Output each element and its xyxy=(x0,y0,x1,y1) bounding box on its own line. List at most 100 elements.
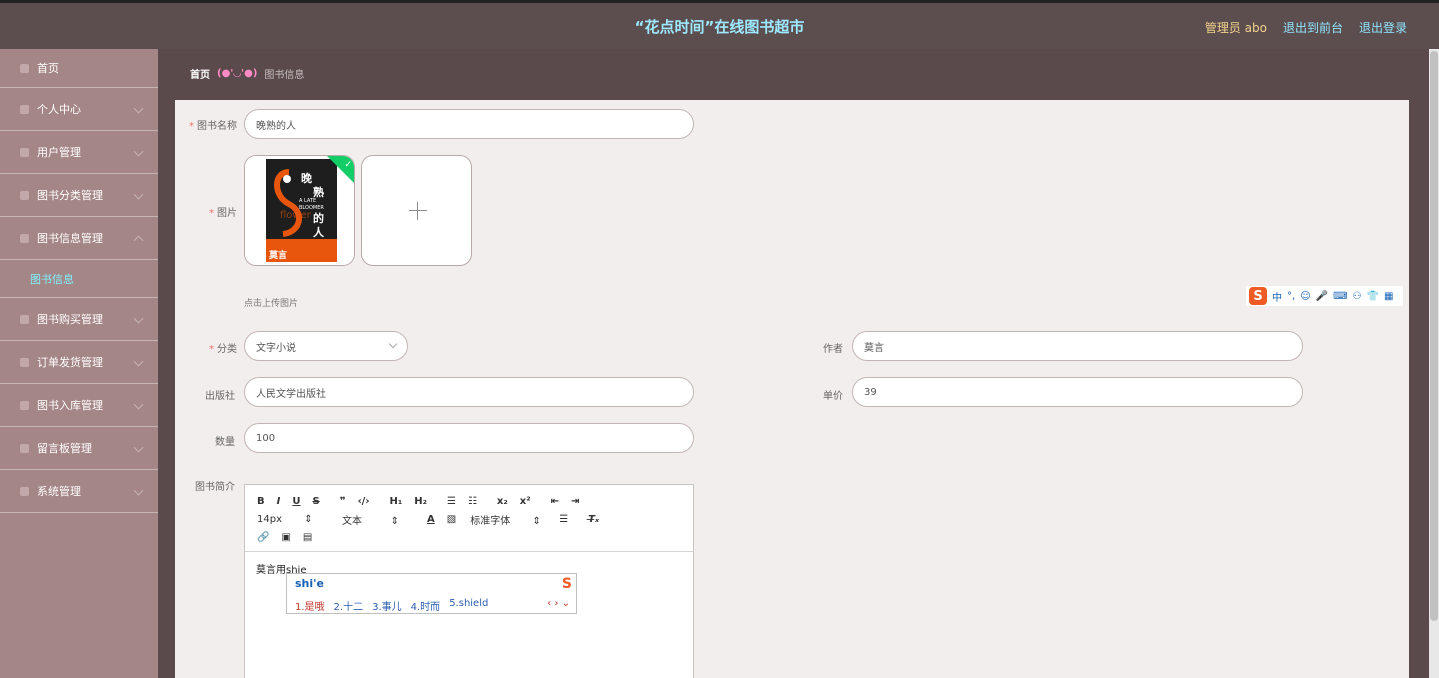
heading2-button[interactable]: H₂ xyxy=(414,496,427,507)
scrollbar-thumb[interactable] xyxy=(1430,51,1438,621)
category-select[interactable]: 文字小说 xyxy=(244,331,408,361)
sidebar-item-profile[interactable]: 个人中心 xyxy=(0,88,158,131)
top-bar: “花点时间”在线图书超市 管理员 abo 退出到前台 退出登录 xyxy=(0,0,1439,49)
publisher-input[interactable]: 人民文学出版社 xyxy=(244,377,694,407)
ime-candidate[interactable]: 3.事儿 xyxy=(372,598,402,613)
subscript-button[interactable]: x₂ xyxy=(497,496,508,507)
name-input[interactable]: 晚熟的人 xyxy=(244,109,694,139)
chevron-down-icon xyxy=(133,313,144,324)
upload-image-button[interactable] xyxy=(361,155,472,266)
book-cover-image: 晚 熟 的 人 A LATE BLOOMER 莫言 flower xyxy=(245,156,354,265)
font-color-button[interactable]: A xyxy=(427,514,435,525)
page-scrollbar[interactable] xyxy=(1429,49,1439,678)
intro-label: 图书简介 xyxy=(195,482,235,493)
sidebar-item-category[interactable]: 图书分类管理 xyxy=(0,174,158,217)
plus-icon xyxy=(409,202,427,220)
bold-button[interactable]: B xyxy=(257,496,265,507)
ime-voice-icon[interactable]: 🎤 xyxy=(1316,291,1328,302)
image-label: * 图片 xyxy=(209,208,237,219)
price-label: 单价 xyxy=(823,391,843,402)
italic-button[interactable]: I xyxy=(277,496,281,507)
image-icon[interactable]: ▣ xyxy=(281,532,290,543)
system-icon xyxy=(20,486,29,496)
ime-page-nav[interactable]: ‹ › ⌄ xyxy=(547,598,570,609)
sidebar-item-messages[interactable]: 留言板管理 xyxy=(0,427,158,470)
sidebar-item-users[interactable]: 用户管理 xyxy=(0,131,158,174)
bullet-list-button[interactable]: ☷ xyxy=(468,496,477,507)
ime-candidate-popup: shi'e S 1.是哦 2.十二 3.事儿 4.时而 5.shield ‹ ›… xyxy=(286,573,577,614)
indent-button[interactable]: ⇥ xyxy=(571,496,579,507)
quantity-label: 数量 xyxy=(215,437,235,448)
chevron-down-icon xyxy=(133,442,144,453)
font-size-select[interactable]: 14px ⇕ xyxy=(257,514,342,525)
breadcrumb-separator: (●'◡'●) xyxy=(217,68,258,79)
ime-user-icon[interactable]: ⚇ xyxy=(1353,291,1362,302)
sidebar-item-home[interactable]: 首页 xyxy=(0,49,158,88)
sidebar-item-book-info[interactable]: 图书信息管理 xyxy=(0,217,158,260)
ime-menu-icon[interactable]: ▦ xyxy=(1384,291,1393,302)
ime-candidate[interactable]: 2.十二 xyxy=(334,598,364,613)
front-link[interactable]: 退出到前台 xyxy=(1283,19,1343,36)
underline-button[interactable]: U xyxy=(292,496,300,507)
ime-candidate[interactable]: 4.时而 xyxy=(411,598,441,613)
strike-button[interactable]: S xyxy=(312,496,319,507)
logout-link[interactable]: 退出登录 xyxy=(1359,19,1407,36)
font-family-select[interactable]: 标准字体 ⇕ xyxy=(470,512,559,527)
code-block-button[interactable]: ‹/› xyxy=(358,496,370,507)
heading1-button[interactable]: H₁ xyxy=(389,496,402,507)
sidebar-item-label: 个人中心 xyxy=(37,103,81,116)
svg-text:flower: flower xyxy=(280,210,312,221)
sidebar-item-stock[interactable]: 图书入库管理 xyxy=(0,384,158,427)
admin-name: 管理员 abo xyxy=(1204,21,1267,35)
sidebar-item-label: 订单发货管理 xyxy=(37,356,103,369)
author-input[interactable]: 莫言 xyxy=(852,331,1303,361)
sidebar-item-orders[interactable]: 订单发货管理 xyxy=(0,341,158,384)
sidebar-item-label: 图书购买管理 xyxy=(37,313,103,326)
outdent-button[interactable]: ⇤ xyxy=(551,496,559,507)
chevron-down-icon xyxy=(133,146,144,157)
svg-text:莫言: 莫言 xyxy=(268,249,287,261)
sidebar: 首页 个人中心 用户管理 图书分类管理 图书信息管理 图书信息 图书购买管理 订… xyxy=(0,49,158,678)
category-icon xyxy=(20,190,29,200)
ime-emoji-icon[interactable]: ☺ xyxy=(1300,291,1310,302)
price-input[interactable]: 39 xyxy=(852,377,1303,407)
category-label: * 分类 xyxy=(209,344,237,355)
publisher-label: 出版社 xyxy=(205,391,235,402)
ordered-list-button[interactable]: ☰ xyxy=(447,496,456,507)
text-type-select[interactable]: 文本 ⇕ xyxy=(342,512,427,527)
name-label: * 图书名称 xyxy=(189,121,237,132)
ime-punctuation-icon[interactable]: °, xyxy=(1287,291,1295,302)
sogou-logo-icon: S xyxy=(561,576,572,592)
ime-skin-icon[interactable]: 👕 xyxy=(1366,291,1378,302)
background-color-button[interactable]: ▧ xyxy=(447,514,456,525)
app-window: “花点时间”在线图书超市 管理员 abo 退出到前台 退出登录 首页 个人中心 … xyxy=(0,0,1439,678)
chevron-down-icon xyxy=(388,339,398,349)
sidebar-subitem-book-info[interactable]: 图书信息 xyxy=(0,260,158,298)
sidebar-item-system[interactable]: 系统管理 xyxy=(0,470,158,513)
ime-candidate[interactable]: 1.是哦 xyxy=(295,598,325,613)
category-select-value: 文字小说 xyxy=(256,342,296,354)
blockquote-button[interactable]: ❞ xyxy=(340,496,346,507)
ime-candidate[interactable]: 5.shield xyxy=(449,598,488,613)
sidebar-item-label: 图书入库管理 xyxy=(37,399,103,412)
breadcrumb-home[interactable]: 首页 xyxy=(190,66,210,81)
sidebar-item-purchase[interactable]: 图书购买管理 xyxy=(0,298,158,341)
upload-hint: 点击上传图片 xyxy=(244,299,299,309)
ime-chinese-mode[interactable]: 中 xyxy=(1272,289,1282,304)
sidebar-item-label: 留言板管理 xyxy=(37,442,92,455)
align-button[interactable]: ☰ xyxy=(559,514,568,525)
ime-keyboard-icon[interactable]: ⌨ xyxy=(1333,291,1347,302)
svg-text:晚: 晚 xyxy=(301,171,312,185)
video-icon[interactable]: ▤ xyxy=(303,532,312,543)
order-icon xyxy=(20,357,29,367)
superscript-button[interactable]: x² xyxy=(520,496,531,507)
clear-format-button[interactable]: T̶ₓ xyxy=(588,514,599,525)
chevron-down-icon xyxy=(133,356,144,367)
quantity-input[interactable]: 100 xyxy=(244,423,694,453)
uploaded-image-card[interactable]: 晚 熟 的 人 A LATE BLOOMER 莫言 flower ✓ xyxy=(244,155,355,266)
sogou-logo-icon[interactable]: S xyxy=(1249,287,1267,305)
ime-toolbar: S 中 °, ☺ 🎤 ⌨ ⚇ 👕 ▦ xyxy=(1246,286,1403,306)
chevron-up-icon xyxy=(133,235,144,246)
sidebar-item-label: 用户管理 xyxy=(37,146,81,159)
link-icon[interactable]: 🔗 xyxy=(257,532,269,543)
